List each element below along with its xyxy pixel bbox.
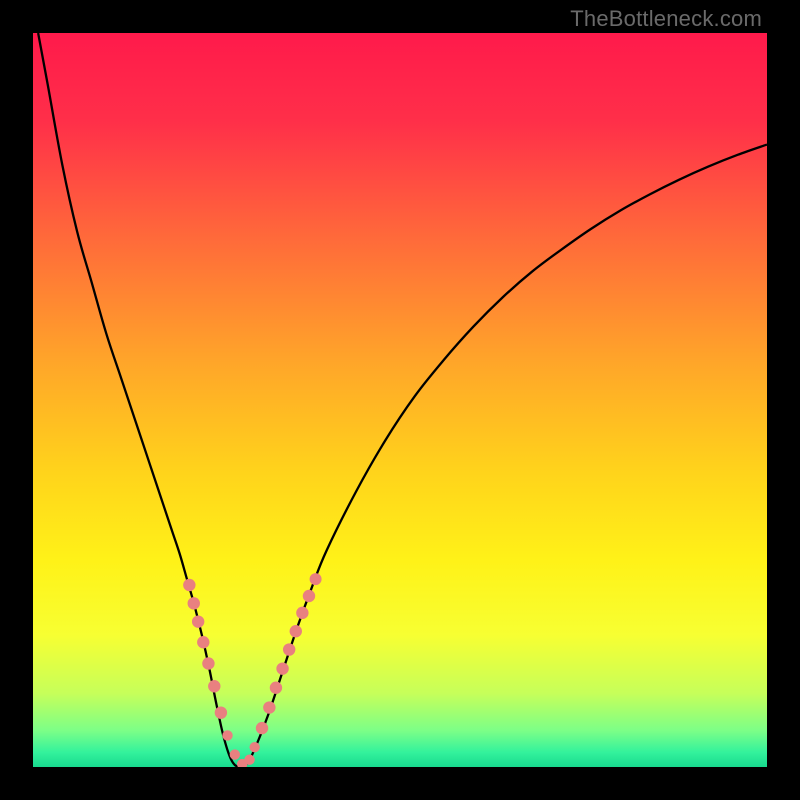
bead [183, 579, 195, 591]
bead [276, 662, 288, 674]
bead [208, 680, 220, 692]
bead [215, 706, 227, 718]
bead [192, 615, 204, 627]
outer-frame: TheBottleneck.com [0, 0, 800, 800]
bead [296, 607, 308, 619]
bead [310, 573, 322, 585]
bead [283, 643, 295, 655]
bead [256, 722, 268, 734]
bead [303, 590, 315, 602]
bead [249, 742, 259, 752]
bead [197, 636, 209, 648]
bead-cluster [183, 573, 321, 767]
bead [290, 625, 302, 637]
bead [188, 597, 200, 609]
bead [244, 754, 254, 764]
chart-svg [33, 33, 767, 767]
plot-area [33, 33, 767, 767]
bead [270, 682, 282, 694]
bead [230, 749, 240, 759]
bead [202, 657, 214, 669]
bead [222, 730, 232, 740]
watermark-text: TheBottleneck.com [570, 6, 762, 32]
bottleneck-curve [38, 33, 767, 767]
bead [263, 701, 275, 713]
